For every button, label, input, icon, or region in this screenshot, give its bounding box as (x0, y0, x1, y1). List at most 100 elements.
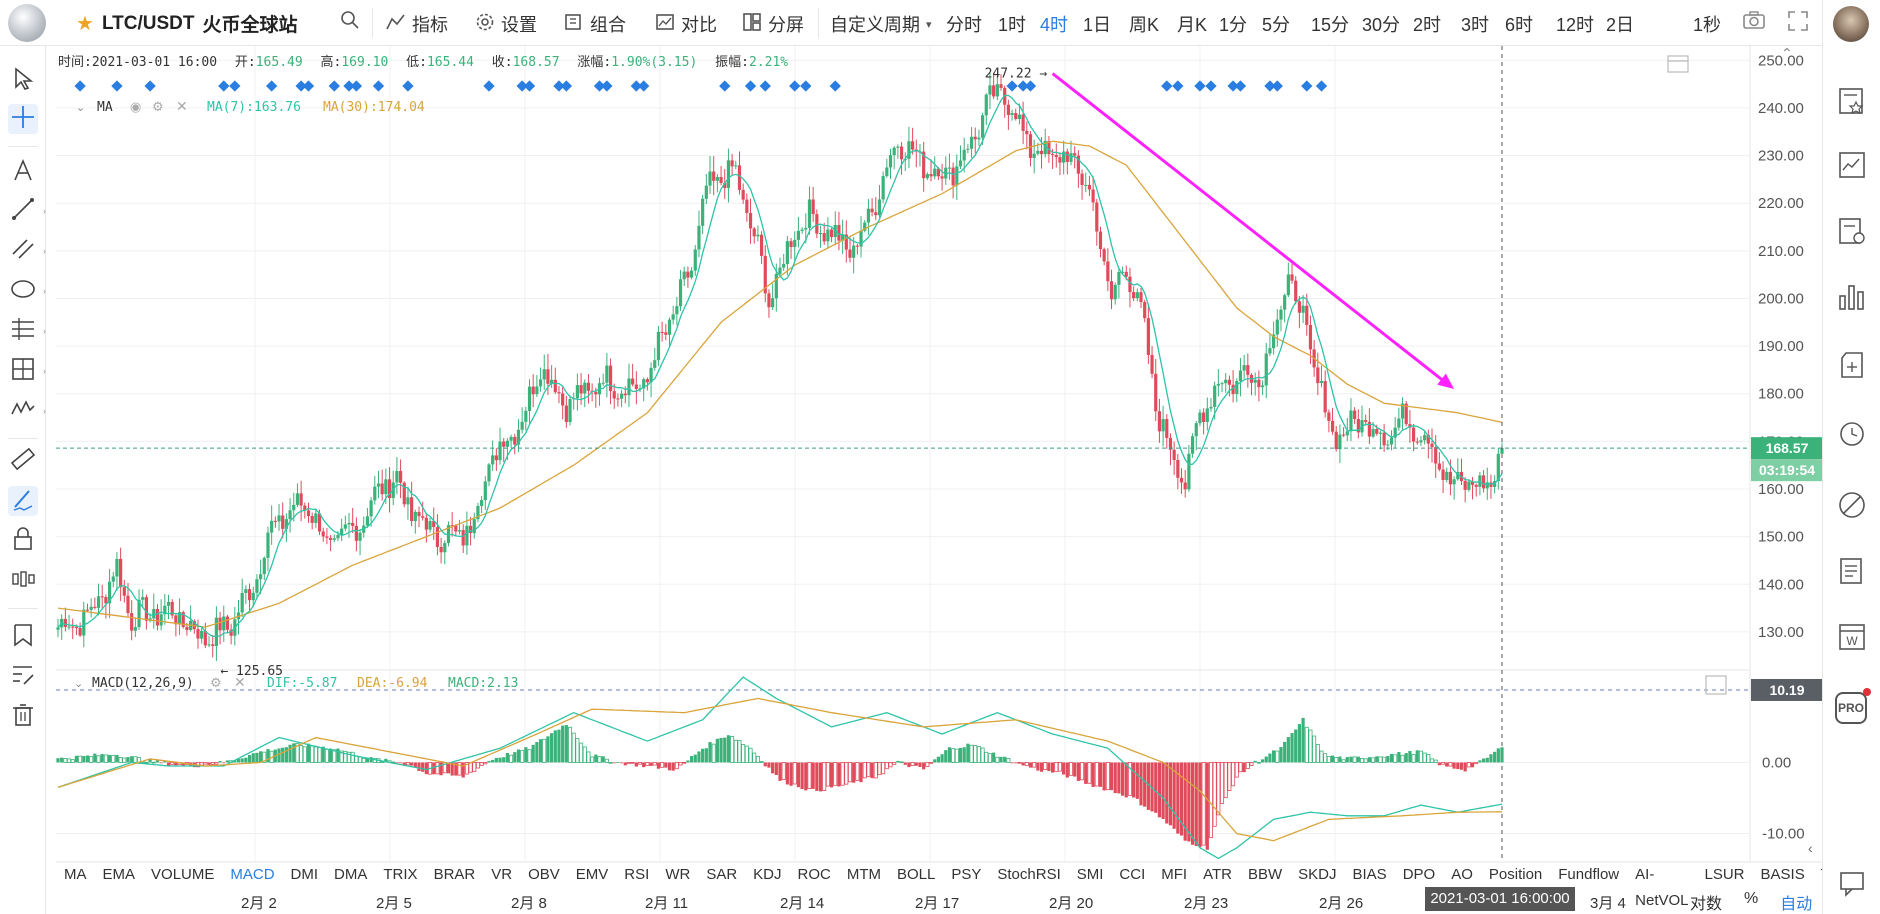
indicator-tab-5[interactable]: DMA (326, 862, 375, 888)
gear-icon[interactable]: ⚙ (210, 675, 222, 690)
bar-stats-icon[interactable] (1837, 282, 1867, 312)
indicator-tab-10[interactable]: EMV (568, 862, 617, 888)
trend-line[interactable] (1051, 72, 1448, 385)
pro-icon[interactable]: PRO (1835, 692, 1867, 724)
indicator-tab-6[interactable]: TRIX (375, 862, 425, 888)
close-icon[interactable]: ✕ (234, 674, 246, 690)
indicator-tab-31[interactable]: AI-NetVOL (1627, 862, 1696, 909)
wiki-icon[interactable]: W (1837, 622, 1867, 652)
candle-body (351, 522, 355, 526)
chart-canvas[interactable]: 247.22 → ← 125.65 130.00140.00150.00160.… (0, 0, 1822, 888)
indicator-tab-14[interactable]: KDJ (745, 862, 789, 888)
macd-bar (929, 762, 934, 764)
log-scale-toggle[interactable]: 对数 (1690, 890, 1722, 914)
chat-icon[interactable] (1837, 868, 1867, 898)
indicator-tab-1[interactable]: EMA (95, 862, 144, 888)
indicator-tab-22[interactable]: MFI (1153, 862, 1195, 888)
indicator-tab-0[interactable]: MA (56, 862, 95, 888)
candle-body (93, 606, 97, 608)
indicator-tab-11[interactable]: RSI (616, 862, 657, 888)
macd-bar (1094, 762, 1099, 787)
candle-body (778, 267, 782, 274)
macd-bar (1057, 762, 1062, 772)
watchlist-icon[interactable] (1837, 86, 1867, 116)
candle-body (222, 616, 226, 631)
indicator-tab-23[interactable]: ATR (1195, 862, 1240, 888)
candle-body (218, 617, 222, 631)
macd-bar (1382, 756, 1387, 763)
add-note-icon[interactable] (1837, 350, 1867, 380)
macd-bar (1301, 717, 1305, 763)
indicator-tab-13[interactable]: SAR (698, 862, 745, 888)
indicator-tab-27[interactable]: DPO (1395, 862, 1444, 888)
indicator-tab-20[interactable]: SMI (1069, 862, 1112, 888)
eye-icon[interactable]: ◉ (130, 99, 141, 114)
indicator-tab-15[interactable]: ROC (790, 862, 839, 888)
macd-axis[interactable]: 0.00 -10.00 (1762, 754, 1805, 842)
news-icon[interactable] (1837, 556, 1867, 586)
maximize-panel-icon[interactable] (1705, 675, 1727, 695)
indicator-tab-19[interactable]: StochRSI (989, 862, 1068, 888)
candle-body (947, 167, 952, 169)
macd-bar (1308, 729, 1313, 763)
candle-body (1117, 272, 1121, 285)
collapse-arrow-icon[interactable]: ⌄ (76, 102, 85, 114)
candle-body (111, 576, 115, 582)
indicator-tab-30[interactable]: Fundflow (1550, 862, 1627, 888)
macd-bar (292, 743, 296, 763)
candle-body (535, 386, 539, 395)
macd-bar (1349, 756, 1353, 763)
indicator-tab-8[interactable]: VR (483, 862, 520, 888)
indicator-tab-9[interactable]: OBV (520, 862, 568, 888)
candle-body (435, 526, 440, 547)
indicator-tab-28[interactable]: AO (1443, 862, 1481, 888)
indicator-tab-2[interactable]: VOLUME (143, 862, 222, 888)
orders-icon[interactable] (1837, 216, 1867, 246)
gear-icon[interactable]: ⚙ (152, 99, 164, 114)
indicator-tab-18[interactable]: PSY (943, 862, 989, 888)
macd-bar (1201, 762, 1206, 846)
indicator-tab-4[interactable]: DMI (283, 862, 327, 888)
close-icon[interactable]: ✕ (176, 98, 188, 114)
indicator-tab-7[interactable]: BRAR (426, 862, 484, 888)
candle-body (877, 199, 882, 216)
macd-bar (737, 740, 742, 763)
macd-bar (811, 762, 815, 789)
macd-bar (870, 762, 874, 779)
candle-body (1098, 231, 1103, 250)
indicator-tab-12[interactable]: WR (657, 862, 698, 888)
market-chart-icon[interactable] (1837, 150, 1867, 180)
indicator-tab-16[interactable]: MTM (839, 862, 889, 888)
indicator-tab-25[interactable]: SKDJ (1290, 862, 1344, 888)
no-signal-icon[interactable] (1837, 490, 1867, 520)
candle-body (612, 391, 616, 399)
indicator-tab-21[interactable]: CCI (1111, 862, 1153, 888)
indicator-tab-17[interactable]: BOLL (889, 862, 943, 888)
indicator-tab-33[interactable]: BASIS (1753, 862, 1813, 888)
candle-body (1073, 153, 1077, 156)
macd-bar (656, 762, 661, 769)
price-axis[interactable]: 130.00140.00150.00160.00170.00180.00190.… (1758, 52, 1804, 641)
candle-body (951, 167, 955, 186)
macd-bar (1404, 753, 1408, 763)
auto-scale-toggle[interactable]: 自动 (1780, 890, 1812, 914)
indicator-tab-3[interactable]: MACD (222, 862, 282, 888)
indicator-tab-32[interactable]: LSUR (1697, 862, 1753, 888)
collapse-arrow-icon[interactable]: ⌄ (74, 678, 83, 690)
macd-bar (759, 760, 764, 763)
avatar[interactable] (1833, 6, 1869, 42)
candle-body (406, 497, 410, 505)
panel-settings-icon[interactable] (1667, 55, 1689, 73)
candle-body (1485, 482, 1489, 489)
candle-body (461, 530, 465, 546)
alarm-clock-icon[interactable] (1837, 418, 1867, 448)
indicator-tab-24[interactable]: BBW (1240, 862, 1290, 888)
indicator-tab-29[interactable]: Position (1481, 862, 1550, 888)
macd-bar (999, 756, 1003, 763)
macd-bar (623, 762, 627, 766)
indicator-tab-26[interactable]: BIAS (1345, 862, 1395, 888)
collapse-sidebar-icon[interactable]: ‹ (1808, 840, 1813, 856)
candle-body (1084, 184, 1088, 186)
collapse-up-icon[interactable]: ⌃ (1781, 45, 1793, 61)
percent-scale-toggle[interactable]: % (1744, 890, 1758, 914)
